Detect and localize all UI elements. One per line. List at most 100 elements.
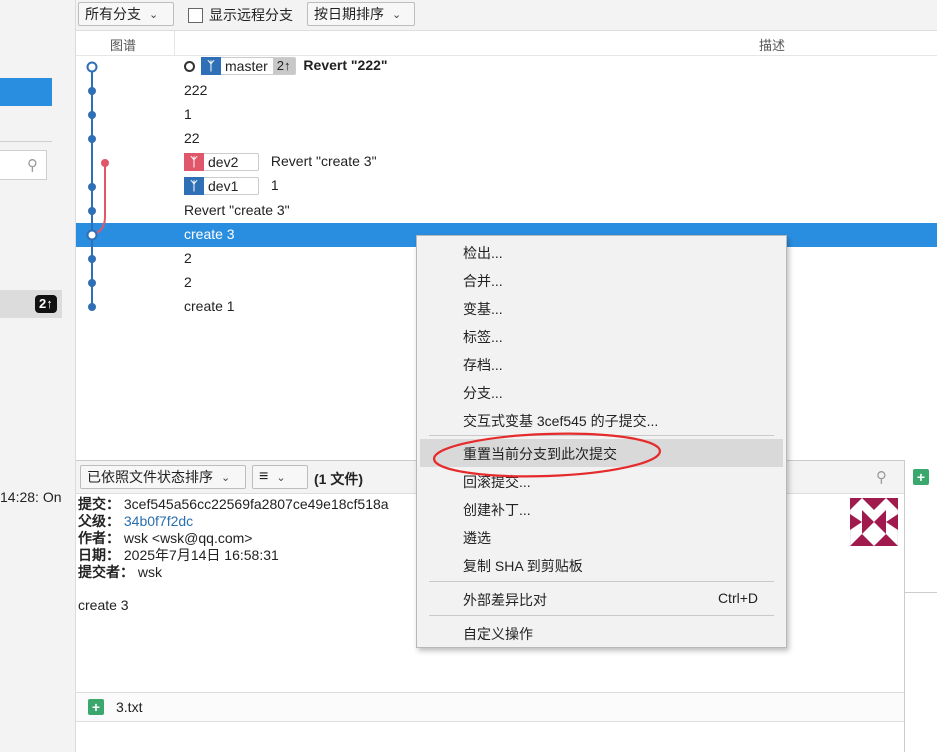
menu-item-shortcut: Ctrl+D: [717, 590, 758, 606]
date-label: 日期：: [78, 547, 120, 563]
committer-label: 提交者：: [78, 564, 134, 580]
file-status-sort-dropdown[interactable]: 已依照文件状态排序 ⌄: [80, 465, 246, 489]
show-remote-branches-checkbox[interactable]: 显示远程分支: [188, 5, 293, 25]
menu-item-label: 分支...: [463, 385, 503, 401]
sidebar-search-input[interactable]: ⚲: [0, 150, 47, 180]
branch-filter-label: 所有分支: [85, 6, 141, 22]
parent-sha-link[interactable]: 34b0f7f2dc: [124, 513, 193, 529]
menu-item-copy-sha[interactable]: 复制 SHA 到剪贴板: [418, 551, 785, 579]
menu-item-label: 存档...: [463, 357, 503, 373]
commit-message: 2: [184, 274, 192, 290]
commit-node[interactable]: [88, 303, 96, 311]
sidebar-divider: [0, 141, 52, 142]
commit-message: 1: [184, 106, 192, 122]
branch-tag-master[interactable]: ᛉ master 2↑: [201, 56, 296, 76]
menu-item-tag[interactable]: 标签...: [418, 322, 785, 350]
commit-message: Revert "222": [303, 57, 388, 73]
commit-row[interactable]: ᛉ master 2↑ Revert "222": [76, 55, 937, 79]
commit-message: create 3: [184, 226, 235, 242]
commit-message: 22: [184, 130, 200, 146]
menu-item-archive[interactable]: 存档...: [418, 350, 785, 378]
file-name: 3.txt: [116, 699, 143, 715]
commit-node[interactable]: [88, 111, 96, 119]
menu-item-label: 复制 SHA 到剪贴板: [463, 558, 583, 574]
sidebar-selected-item[interactable]: [0, 78, 52, 106]
commit-row[interactable]: 222: [76, 79, 937, 103]
commit-graph: [86, 61, 109, 311]
branch-name: dev1: [208, 178, 239, 195]
added-file-icon: +: [88, 699, 104, 715]
menu-separator: [429, 581, 774, 582]
branch-icon: ᛉ: [184, 152, 204, 171]
menu-item-rebase[interactable]: 变基...: [418, 294, 785, 322]
branch-icon: ᛉ: [184, 176, 204, 195]
commit-list-header: 图谱 描述: [76, 31, 937, 56]
menu-item-label: 交互式变基 3cef545 的子提交...: [463, 413, 659, 429]
added-file-icon: +: [913, 469, 929, 485]
column-divider[interactable]: [174, 31, 175, 55]
commit-node[interactable]: [88, 207, 96, 215]
chevron-down-icon: ⌄: [221, 471, 231, 484]
commit-message: create 1: [184, 298, 235, 314]
commit-row[interactable]: Revert "create 3": [76, 199, 937, 223]
list-view-dropdown[interactable]: ≡ ⌄: [252, 465, 308, 489]
commit-node[interactable]: [88, 279, 96, 287]
commit-sha[interactable]: 3cef545a56cc22569fa2807ce49e18cf518a: [124, 496, 389, 512]
menu-item-label: 自定义操作: [463, 626, 533, 642]
menu-item-create-patch[interactable]: 创建补丁...: [418, 495, 785, 523]
history-toolbar: 所有分支 ⌄ 显示远程分支 按日期排序 ⌄: [76, 0, 937, 31]
description-column-header[interactable]: 描述: [759, 35, 785, 54]
menu-item-merge[interactable]: 合并...: [418, 266, 785, 294]
commit-row[interactable]: 22: [76, 127, 937, 151]
commit-row[interactable]: ᛉ dev1 1: [76, 175, 937, 199]
commit-node[interactable]: [88, 87, 96, 95]
chevron-down-icon: ⌄: [149, 8, 159, 21]
annotation-ellipse: [432, 432, 662, 478]
commit-full-message: create 3: [78, 597, 129, 613]
head-marker-icon: [184, 60, 195, 72]
branch-filter-dropdown[interactable]: 所有分支 ⌄: [78, 2, 174, 26]
sort-order-label: 按日期排序: [314, 6, 384, 22]
menu-item-label: 创建补丁...: [463, 502, 531, 518]
menu-item-external-diff[interactable]: 外部差异比对 Ctrl+D: [418, 585, 785, 613]
sort-order-dropdown[interactable]: 按日期排序 ⌄: [307, 2, 415, 26]
commit-row[interactable]: 1: [76, 103, 937, 127]
menu-item-branch[interactable]: 分支...: [418, 378, 785, 406]
commit-node[interactable]: [88, 255, 96, 263]
branch-tag-dev2[interactable]: ᛉ dev2: [184, 152, 259, 172]
chevron-down-icon: ⌄: [392, 8, 402, 21]
search-icon[interactable]: ⚲: [876, 468, 887, 486]
branch-tag-dev1[interactable]: ᛉ dev1: [184, 176, 259, 196]
menu-item-custom-action[interactable]: 自定义操作: [418, 619, 785, 647]
menu-item-interactive-rebase[interactable]: 交互式变基 3cef545 的子提交...: [418, 406, 785, 434]
ahead-count: 2↑: [272, 58, 295, 75]
commit-message: 2: [184, 250, 192, 266]
menu-item-label: 合并...: [463, 273, 503, 289]
menu-item-label: 外部差异比对: [463, 592, 547, 608]
head-commit-node[interactable]: [86, 61, 98, 73]
file-list-item[interactable]: + 3.txt: [76, 692, 904, 722]
commit-description: ᛉ dev2 Revert "create 3": [184, 152, 377, 172]
list-view-icon: ≡: [259, 468, 269, 485]
commit-message: 1: [270, 177, 279, 193]
commit-row[interactable]: ᛉ dev2 Revert "create 3": [76, 151, 937, 175]
commit-node[interactable]: [88, 135, 96, 143]
branch-name: master: [225, 58, 268, 75]
diff-panel: +: [904, 460, 937, 752]
commit-node[interactable]: [101, 159, 109, 167]
committer-value: wsk: [137, 564, 163, 580]
search-icon: ⚲: [27, 157, 38, 174]
menu-item-checkout[interactable]: 检出...: [418, 238, 785, 266]
menu-item-cherry-pick[interactable]: 遴选: [418, 523, 785, 551]
commit-node[interactable]: [88, 183, 96, 191]
left-sidebar: [0, 0, 76, 752]
commit-description: ᛉ master 2↑ Revert "222": [184, 56, 388, 76]
checkbox-box[interactable]: [188, 7, 203, 23]
commit-message: Revert "create 3": [270, 153, 377, 169]
author-value: wsk <wsk@qq.com>: [123, 530, 253, 546]
graph-column-header[interactable]: 图谱: [110, 35, 136, 54]
author-label: 作者：: [78, 530, 120, 546]
commit-details: 提交： 3cef545a56cc22569fa2807ce49e18cf518a…: [78, 496, 389, 614]
selected-commit-node[interactable]: [86, 229, 98, 241]
ahead-count-badge: 2↑: [35, 295, 57, 313]
